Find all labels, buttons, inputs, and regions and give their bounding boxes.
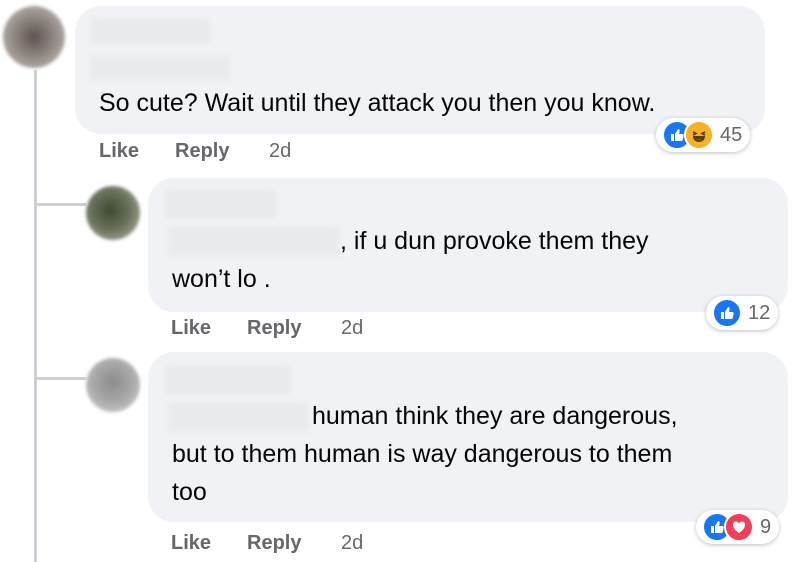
comment-text-line: human think they are dangerous,	[312, 402, 678, 430]
timestamp[interactable]: 2d	[341, 317, 363, 340]
avatar[interactable]	[86, 186, 140, 240]
reply-button[interactable]: Reply	[175, 140, 229, 163]
reaction-count: 12	[748, 301, 771, 324]
haha-icon	[684, 120, 714, 150]
thread-connector	[34, 377, 86, 380]
timestamp[interactable]: 2d	[341, 532, 363, 555]
commenter-name-redacted[interactable]	[165, 366, 291, 394]
comment-text: So cute? Wait until they attack you then…	[99, 89, 656, 117]
reaction-summary[interactable]: 9	[696, 510, 780, 544]
commenter-name-redacted[interactable]	[165, 190, 277, 218]
reply-button[interactable]: Reply	[247, 317, 301, 340]
reaction-summary[interactable]: 12	[706, 296, 779, 330]
reaction-count: 9	[760, 515, 772, 538]
comment-text-line: too	[172, 478, 207, 506]
like-button[interactable]: Like	[171, 532, 211, 555]
avatar[interactable]	[86, 358, 140, 412]
like-button[interactable]: Like	[99, 140, 139, 163]
mention-redacted[interactable]	[168, 226, 340, 256]
reaction-summary[interactable]: 45	[656, 118, 751, 152]
comment-text-line: but to them human is way dangerous to th…	[172, 440, 673, 468]
avatar[interactable]	[3, 6, 65, 68]
timestamp[interactable]: 2d	[269, 140, 291, 163]
reaction-count: 45	[720, 123, 743, 146]
commenter-name-redacted	[90, 56, 230, 80]
thread-connector	[34, 203, 86, 206]
like-button[interactable]: Like	[171, 317, 211, 340]
thread-line	[34, 70, 37, 562]
mention-redacted[interactable]	[168, 402, 308, 432]
like-icon	[712, 298, 742, 328]
reply-button[interactable]: Reply	[247, 532, 301, 555]
love-icon	[724, 512, 754, 542]
comment-text-line: won’t lo .	[172, 265, 271, 293]
comment-text-line: , if u dun provoke them they	[340, 227, 649, 255]
commenter-name-redacted[interactable]	[90, 18, 210, 44]
